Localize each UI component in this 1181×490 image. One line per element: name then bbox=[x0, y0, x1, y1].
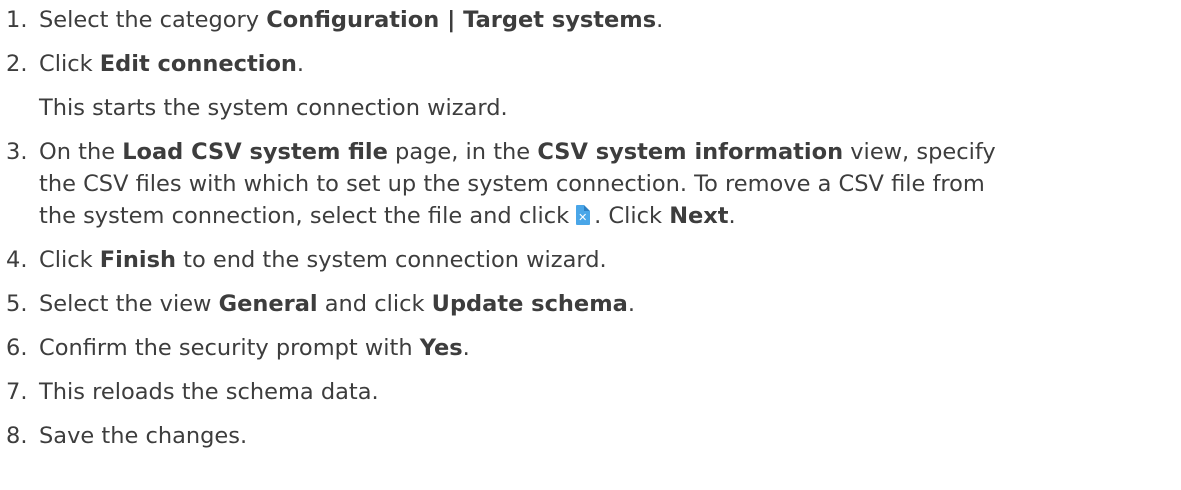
text-run: . bbox=[462, 335, 470, 361]
step-number: 3. bbox=[6, 139, 28, 165]
remove-csv-file-icon: ✕ bbox=[575, 205, 591, 226]
text-run: . bbox=[656, 7, 664, 33]
text-run: view, specify bbox=[843, 139, 996, 165]
text-run: Select the view bbox=[39, 291, 219, 317]
text-run: . Click bbox=[594, 203, 670, 229]
ui-term: General bbox=[218, 291, 318, 317]
step-text: Select the view General and click Update… bbox=[39, 288, 1181, 320]
step-text: Click Finish to end the system connectio… bbox=[39, 244, 1181, 276]
text-run: Select the category bbox=[39, 7, 267, 33]
step-1: 1. Select the category Configuration | T… bbox=[0, 4, 1181, 36]
ui-term: Load CSV system file bbox=[122, 139, 388, 165]
step-8: 8. Save the changes. bbox=[0, 420, 1181, 452]
ui-term: Yes bbox=[419, 335, 463, 361]
text-run: . bbox=[296, 51, 305, 77]
step-result: This starts the system connection wizard… bbox=[39, 95, 508, 121]
ui-term: Configuration | Target systems bbox=[266, 7, 657, 33]
procedure-steps: 1. Select the category Configuration | T… bbox=[0, 4, 1181, 452]
text-run: page, in the bbox=[387, 139, 538, 165]
text-run: . bbox=[627, 291, 635, 317]
step-text: Save the changes. bbox=[39, 423, 248, 449]
step-text-line: On the Load CSV system file page, in the… bbox=[39, 136, 1181, 168]
ui-term: CSV system information bbox=[537, 139, 844, 165]
ui-term: Update schema bbox=[431, 291, 628, 317]
step-6: 6. Confirm the security prompt with Yes. bbox=[0, 332, 1181, 364]
step-text-line: the CSV files with which to set up the s… bbox=[39, 171, 985, 197]
step-text: This reloads the schema data. bbox=[39, 379, 379, 405]
step-number: 5. bbox=[6, 291, 28, 317]
step-number: 4. bbox=[6, 247, 28, 273]
text-run: On the bbox=[39, 139, 123, 165]
step-text: Confirm the security prompt with Yes. bbox=[39, 332, 1181, 364]
step-7: 7. This reloads the schema data. bbox=[0, 376, 1181, 408]
step-number: 8. bbox=[6, 423, 28, 449]
step-number: 1. bbox=[6, 7, 28, 33]
step-number: 7. bbox=[6, 379, 28, 405]
step-5: 5. Select the view General and click Upd… bbox=[0, 288, 1181, 320]
step-text: Select the category Configuration | Targ… bbox=[39, 4, 1181, 36]
ui-term: Finish bbox=[99, 247, 176, 273]
text-run: and click bbox=[317, 291, 432, 317]
step-number: 2. bbox=[6, 51, 28, 77]
ui-term: Edit connection bbox=[99, 51, 297, 77]
text-run: the system connection, select the file a… bbox=[39, 203, 570, 229]
step-2: 2. Click Edit connection. This starts th… bbox=[0, 48, 1181, 124]
step-text-line: the system connection, select the file a… bbox=[39, 200, 1181, 232]
text-run: Click bbox=[39, 51, 100, 77]
step-number: 6. bbox=[6, 335, 28, 361]
text-run: Click bbox=[39, 247, 100, 273]
ui-term: Next bbox=[669, 203, 729, 229]
step-4: 4. Click Finish to end the system connec… bbox=[0, 244, 1181, 276]
step-text: Click Edit connection. bbox=[39, 48, 1181, 80]
text-run: Confirm the security prompt with bbox=[39, 335, 420, 361]
text-run: . bbox=[728, 203, 736, 229]
step-3: 3. On the Load CSV system file page, in … bbox=[0, 136, 1181, 232]
text-run: to end the system connection wizard. bbox=[176, 247, 607, 273]
